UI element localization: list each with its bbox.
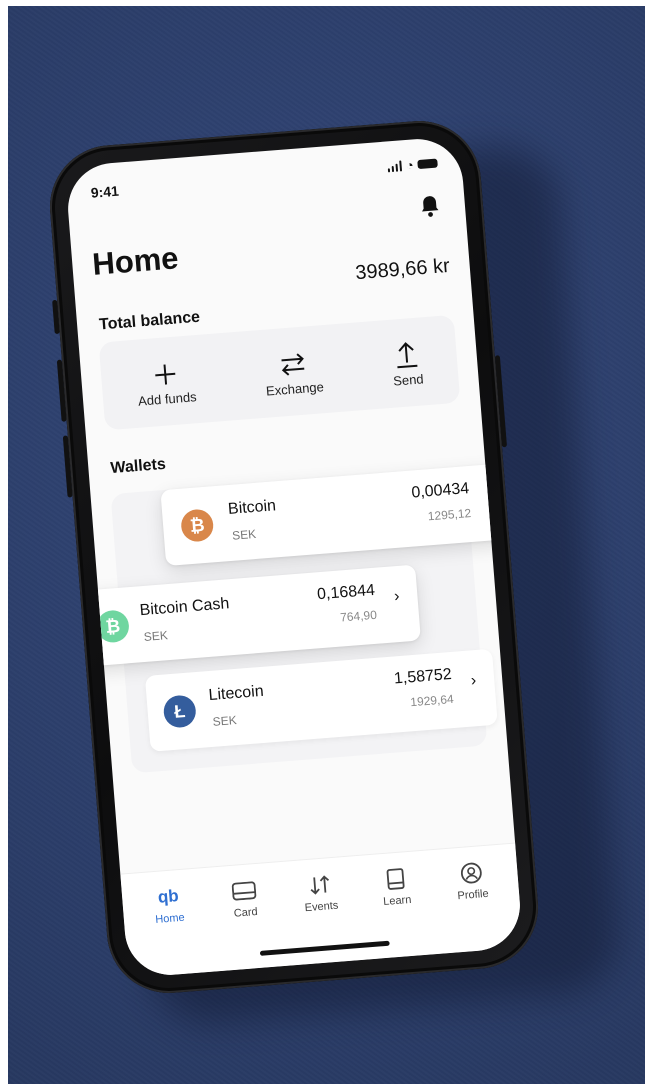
bitcoin-cash-icon: ₿	[95, 609, 131, 644]
battery-icon	[417, 158, 438, 170]
tab-label: Card	[233, 905, 259, 920]
tab-label: Profile	[457, 887, 490, 903]
status-icons: ◔	[387, 157, 438, 174]
card-icon	[231, 878, 257, 904]
send-button[interactable]: Send	[390, 337, 424, 388]
tab-label: Home	[154, 911, 186, 926]
profile-icon	[459, 860, 483, 886]
chevron-right-icon: ›	[470, 672, 477, 690]
quick-actions: Add funds Exchange Send	[98, 314, 461, 431]
status-bar: 9:41 ◔	[90, 157, 438, 205]
wallet-sek-value: 1929,64	[409, 691, 455, 710]
signal-icon	[387, 160, 403, 173]
wallet-amount: 0,16844	[316, 581, 376, 604]
wifi-icon: ◔	[405, 157, 415, 174]
phone-device: 9:41 ◔ Home 3989,66 kr Total balance Add…	[45, 116, 543, 998]
tab-label: Events	[304, 899, 339, 915]
chevron-right-icon: ›	[393, 587, 401, 606]
tab-label: Learn	[382, 893, 412, 909]
wallet-sek-value: 764,90	[339, 607, 378, 625]
exchange-label: Exchange	[265, 378, 325, 399]
qb-logo-icon: qb	[157, 886, 180, 907]
bell-icon[interactable]	[418, 193, 442, 219]
tab-learn[interactable]: Learn	[363, 865, 430, 910]
wallet-name: Litecoin	[207, 682, 265, 705]
page-title: Home	[91, 240, 180, 282]
wallet-currency: SEK	[212, 713, 238, 729]
tab-home[interactable]: qb Home	[135, 882, 202, 927]
total-balance-value: 3989,66 kr	[354, 254, 451, 285]
status-time: 9:41	[90, 182, 120, 201]
send-label: Send	[392, 370, 425, 389]
home-indicator[interactable]	[259, 940, 390, 956]
tab-card[interactable]: Card	[211, 876, 278, 921]
wallet-amount: 1,58752	[393, 666, 453, 688]
total-balance-label: Total balance	[98, 308, 201, 334]
events-arrows-icon	[307, 872, 333, 898]
wallet-currency: SEK	[231, 526, 257, 543]
litecoin-icon: Ł	[162, 694, 197, 729]
app-screen: 9:41 ◔ Home 3989,66 kr Total balance Add…	[64, 135, 524, 979]
add-funds-button[interactable]: Add funds	[135, 355, 197, 408]
plus-icon	[151, 356, 179, 388]
tab-profile[interactable]: Profile	[439, 859, 506, 904]
wallet-amount: 0,00434	[410, 480, 470, 502]
wallet-name: Bitcoin	[227, 497, 277, 519]
tab-events[interactable]: Events	[287, 871, 354, 916]
upload-arrow-icon	[393, 337, 419, 369]
exchange-button[interactable]: Exchange	[263, 345, 324, 398]
wallets-heading: Wallets	[109, 455, 167, 478]
book-icon	[386, 866, 406, 891]
bitcoin-icon: ₿	[180, 508, 215, 543]
exchange-arrows-icon	[278, 346, 308, 378]
add-funds-label: Add funds	[137, 388, 198, 409]
wallet-sek-value: 1295,12	[427, 505, 472, 524]
wallet-name: Bitcoin Cash	[139, 595, 230, 620]
wallet-currency: SEK	[143, 628, 169, 645]
